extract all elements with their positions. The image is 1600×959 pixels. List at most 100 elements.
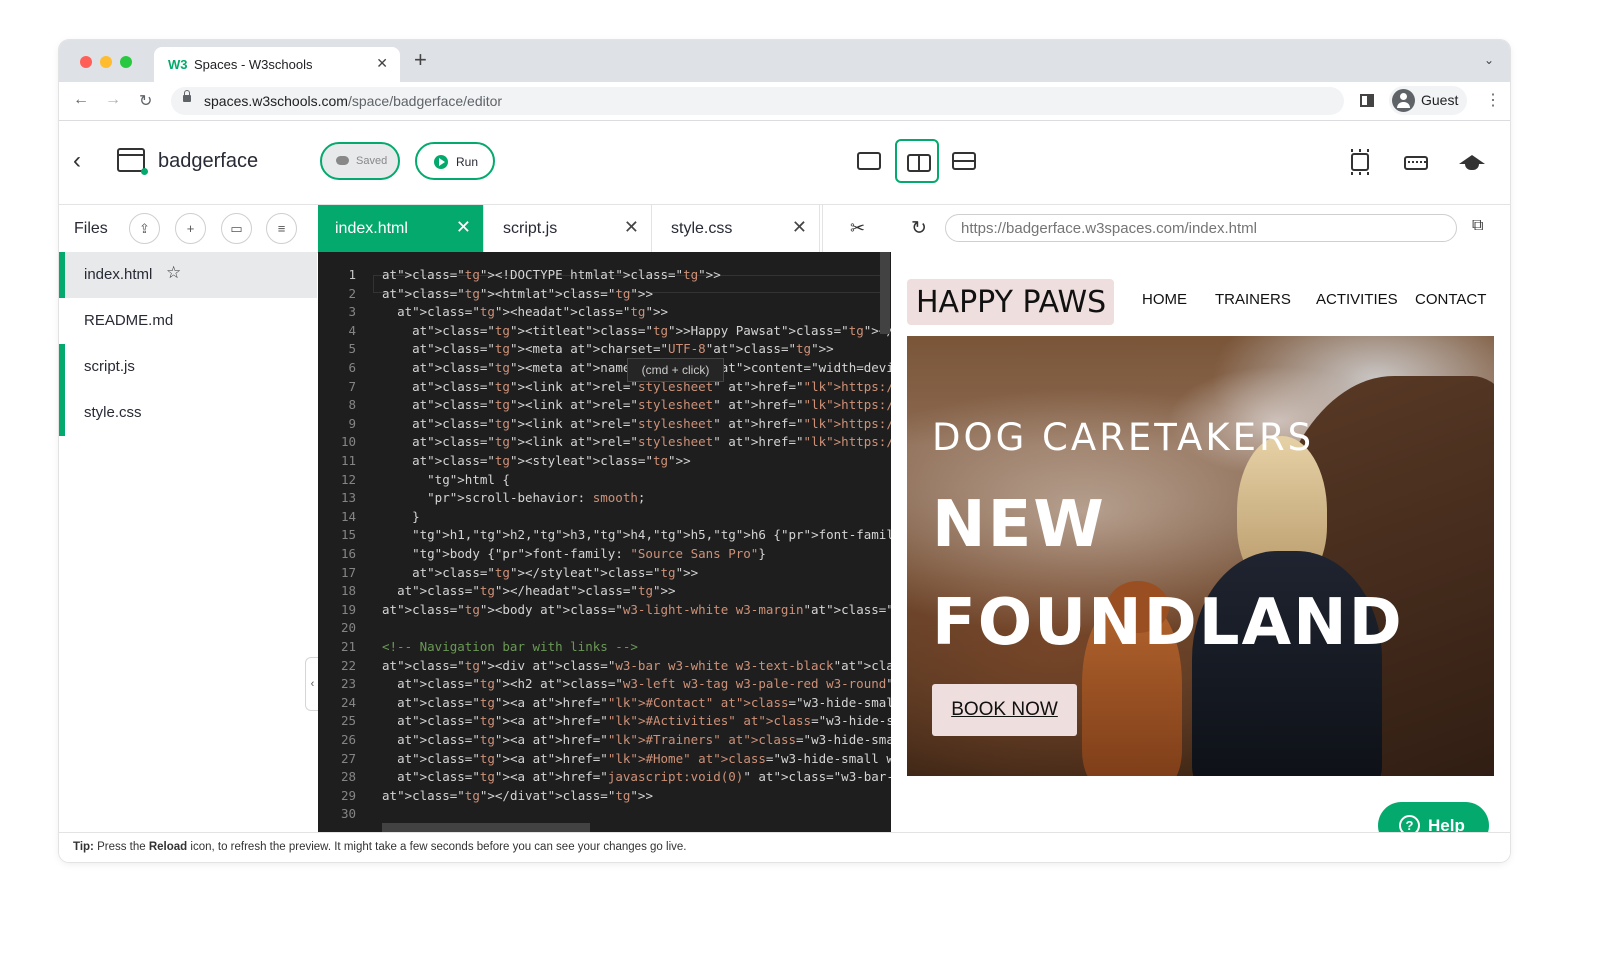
code-line[interactable]: at">class="tg"><htmlat">class="tg">> [382, 285, 653, 304]
code-line[interactable]: at">class="tg"><titleat">class="tg">>Hap… [382, 322, 891, 341]
back-chevron-icon[interactable]: ‹ [73, 147, 81, 175]
browser-toolbar: ← → ↻ spaces.w3schools.com/space/badgerf… [59, 82, 1510, 121]
open-external-icon[interactable]: ⧉ [1472, 217, 1483, 235]
site-nav-contact[interactable]: CONTACT [1415, 291, 1486, 308]
code-line[interactable]: "pr">scroll-behavior: smooth; [382, 489, 645, 508]
vertical-scrollbar[interactable] [880, 252, 890, 334]
graduation-cap-icon[interactable] [1459, 155, 1485, 170]
tab-search-chevron-icon[interactable]: ⌄ [1484, 53, 1494, 67]
line-number: 19 [340, 601, 356, 617]
code-line[interactable]: <!-- Navigation bar with links --> [382, 638, 638, 657]
reload-icon[interactable]: ↻ [139, 91, 152, 111]
code-line[interactable]: at">class="tg"><h2 at">class="w3-left w3… [382, 675, 891, 694]
line-number: 2 [348, 285, 356, 301]
upload-icon[interactable]: ⇪ [129, 213, 160, 244]
code-line[interactable]: } [382, 508, 420, 527]
line-number: 26 [340, 732, 356, 747]
tab-index-html[interactable]: index.html ✕ [318, 205, 484, 252]
line-number: 4 [348, 322, 356, 338]
close-tab-icon[interactable]: ✕ [624, 217, 639, 238]
code-line[interactable]: at">class="tg"></divat">class="tg">> [382, 787, 653, 806]
star-icon[interactable]: ☆ [166, 263, 181, 283]
tools-icon[interactable]: ✂ [822, 205, 892, 252]
file-item-script-js[interactable]: script.js [59, 344, 317, 390]
code-editor[interactable]: 1 2 3 4 5 6 7 8 9 10 11 12 13 14 15 16 17 18 19 20 21 22 23 24 2… [318, 252, 891, 832]
tab-script-js[interactable]: script.js ✕ [486, 205, 652, 252]
new-file-icon[interactable]: + [175, 213, 206, 244]
code-line[interactable]: at">class="tg"></styleat">class="tg">> [382, 564, 698, 583]
new-folder-icon[interactable]: ▭ [221, 213, 252, 244]
code-line[interactable]: at">class="tg"><a at">href=""lk">#Traine… [382, 731, 891, 750]
preview-toolbar: ↻ https://badgerface.w3spaces.com/index.… [891, 205, 1510, 253]
tab-style-css[interactable]: style.css ✕ [654, 205, 820, 252]
split-vertical-icon [907, 154, 931, 172]
forward-arrow-icon[interactable]: → [105, 91, 121, 109]
minimize-window-button[interactable] [100, 56, 112, 68]
browser-menu-icon[interactable]: ⋮ [1485, 90, 1501, 110]
code-line[interactable]: at">class="tg"><body at">class="w3-light… [382, 601, 891, 620]
close-tab-icon[interactable]: ✕ [376, 55, 388, 72]
code-line[interactable]: at">class="tg"><div at">class="w3-bar w3… [382, 657, 891, 676]
code-line[interactable]: "tg">body {"pr">font-family: "Source San… [382, 545, 766, 564]
browser-tab[interactable]: W3 Spaces - W3schools ✕ [154, 47, 400, 82]
profile-button[interactable]: Guest [1389, 86, 1467, 115]
layout-single-button[interactable] [847, 139, 891, 183]
back-arrow-icon[interactable]: ← [73, 91, 89, 109]
site-nav-activities[interactable]: ACTIVITIES [1316, 291, 1398, 308]
code-line[interactable]: at">class="tg"><a at">href=""lk">#Activi… [382, 712, 891, 731]
reload-preview-icon[interactable]: ↻ [911, 217, 927, 240]
line-number: 28 [340, 769, 356, 785]
code-line[interactable]: "tg">h1,"tg">h2,"tg">h3,"tg">h4,"tg">h5,… [382, 526, 891, 545]
code-line[interactable]: at">class="tg"><styleat">class="tg">> [382, 452, 691, 471]
run-label: Run [456, 155, 479, 169]
run-button[interactable]: Run [415, 142, 495, 180]
code-line[interactable]: at">class="tg"><meta at">charset="UTF-8"… [382, 340, 834, 359]
line-number: 25 [340, 713, 356, 729]
app-header: ‹ badgerface Saved Run [59, 121, 1510, 205]
line-number: 24 [340, 694, 356, 710]
site-nav-home[interactable]: HOME [1142, 291, 1187, 308]
file-item-index-html[interactable]: index.html ☆ [59, 252, 317, 298]
collapse-sidebar-button[interactable]: ‹ [305, 657, 319, 711]
line-number: 6 [348, 360, 356, 375]
layout-split-horizontal-button[interactable] [942, 139, 986, 183]
file-marker [59, 390, 65, 436]
code-line[interactable]: at">class="tg"><link at">rel="stylesheet… [382, 433, 891, 452]
keyboard-icon[interactable] [1404, 156, 1428, 170]
close-tab-icon[interactable]: ✕ [792, 217, 807, 238]
site-logo: HAPPY PAWS [907, 279, 1114, 325]
code-line[interactable]: at">class="tg"><a at">href=""lk">#Contac… [382, 694, 891, 713]
code-line[interactable]: at">class="tg"><!DOCTYPE htmlat">class="… [382, 266, 721, 285]
line-number: 22 [340, 657, 356, 673]
side-panel-icon[interactable] [1360, 94, 1374, 107]
maximize-window-button[interactable] [120, 56, 132, 68]
code-line[interactable]: at">class="tg"><a at">href="javascript:v… [382, 768, 891, 787]
code-line[interactable]: at">class="tg"><a at">href=""lk">#Home" … [382, 750, 891, 769]
code-line[interactable]: at">class="tg"><headat">class="tg">> [382, 303, 668, 322]
layout-split-vertical-button[interactable] [895, 139, 939, 183]
close-window-button[interactable] [80, 56, 92, 68]
book-now-button[interactable]: BOOK NOW [932, 684, 1077, 736]
preview-url-field[interactable]: https://badgerface.w3spaces.com/index.ht… [945, 214, 1457, 242]
code-line[interactable]: at">class="tg"><link at">rel="stylesheet… [382, 396, 891, 415]
line-number: 12 [340, 471, 356, 487]
line-number: 23 [340, 676, 356, 692]
site-nav-trainers[interactable]: TRAINERS [1215, 291, 1291, 308]
filter-icon[interactable]: ≡ [266, 213, 297, 244]
horizontal-scrollbar[interactable] [382, 823, 590, 832]
code-line[interactable]: "tg">html { [382, 471, 510, 490]
address-url: spaces.w3schools.com/space/badgerface/ed… [204, 93, 503, 109]
saved-button[interactable]: Saved [320, 142, 400, 180]
line-number: 30 [340, 806, 356, 822]
address-bar[interactable]: spaces.w3schools.com/space/badgerface/ed… [171, 87, 1344, 115]
new-tab-icon[interactable]: + [414, 49, 427, 71]
file-item-style-css[interactable]: style.css [59, 390, 317, 436]
editor-tabs: index.html ✕ script.js ✕ style.css ✕ ✂ [318, 205, 891, 253]
files-title: Files [74, 220, 108, 237]
tip-text: Tip: Press the Reload icon, to refresh t… [73, 841, 687, 853]
code-line[interactable]: at">class="tg"><link at">rel="stylesheet… [382, 415, 891, 434]
code-line[interactable]: at">class="tg"></headat">class="tg">> [382, 582, 676, 601]
chip-icon[interactable] [1351, 153, 1369, 171]
file-item-readme-md[interactable]: README.md [59, 298, 317, 344]
close-tab-icon[interactable]: ✕ [456, 217, 471, 238]
